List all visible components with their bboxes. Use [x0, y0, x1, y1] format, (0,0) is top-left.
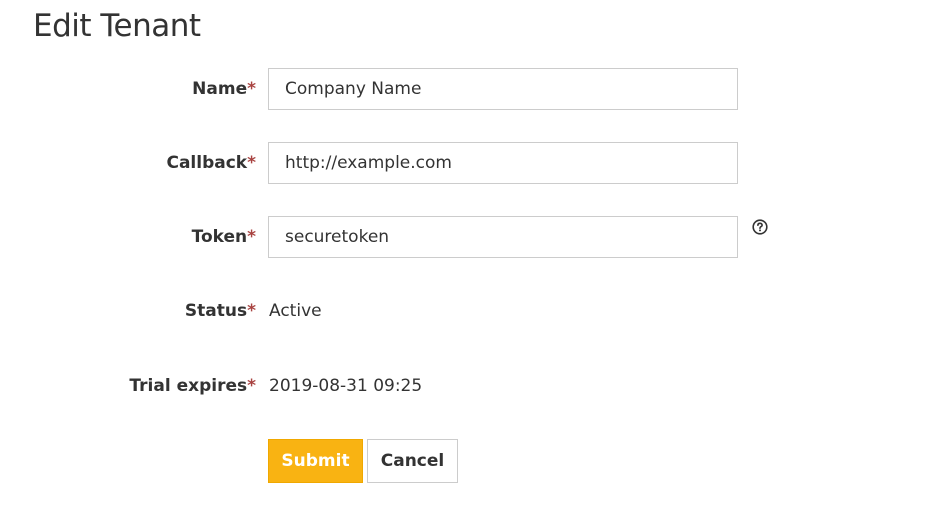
status-label-text: Status: [184, 301, 248, 321]
token-input[interactable]: [268, 216, 738, 258]
required-marker: *: [247, 227, 256, 247]
form-row-callback: Callback*: [0, 142, 934, 184]
trial-expires-label-text: Trial expires: [129, 376, 248, 396]
callback-input[interactable]: [268, 142, 738, 184]
required-marker: *: [247, 376, 256, 396]
required-marker: *: [247, 153, 256, 173]
form-row-token: Token*: [0, 216, 934, 258]
required-marker: *: [247, 301, 256, 321]
cancel-button[interactable]: Cancel: [367, 439, 458, 483]
token-label: Token*: [192, 216, 256, 258]
page-title: Edit Tenant: [33, 8, 201, 44]
name-label: Name*: [192, 68, 256, 110]
token-label-text: Token: [191, 227, 248, 247]
callback-label: Callback*: [166, 142, 256, 184]
edit-tenant-page: Edit Tenant Name* Callback* Token*: [0, 0, 934, 514]
trial-expires-label: Trial expires*: [129, 365, 256, 407]
callback-label-text: Callback: [166, 153, 248, 173]
required-marker: *: [247, 79, 256, 99]
status-label: Status*: [185, 290, 256, 332]
name-input[interactable]: [268, 68, 738, 110]
question-circle-icon[interactable]: [752, 219, 768, 235]
submit-button[interactable]: Submit: [268, 439, 363, 483]
form-row-trial-expires: Trial expires* 2019-08-31 09:25: [0, 365, 934, 407]
form-row-name: Name*: [0, 68, 934, 110]
name-label-text: Name: [192, 79, 248, 99]
status-value: Active: [269, 301, 322, 321]
form-row-status: Status* Active: [0, 290, 934, 332]
trial-expires-value: 2019-08-31 09:25: [269, 376, 423, 396]
